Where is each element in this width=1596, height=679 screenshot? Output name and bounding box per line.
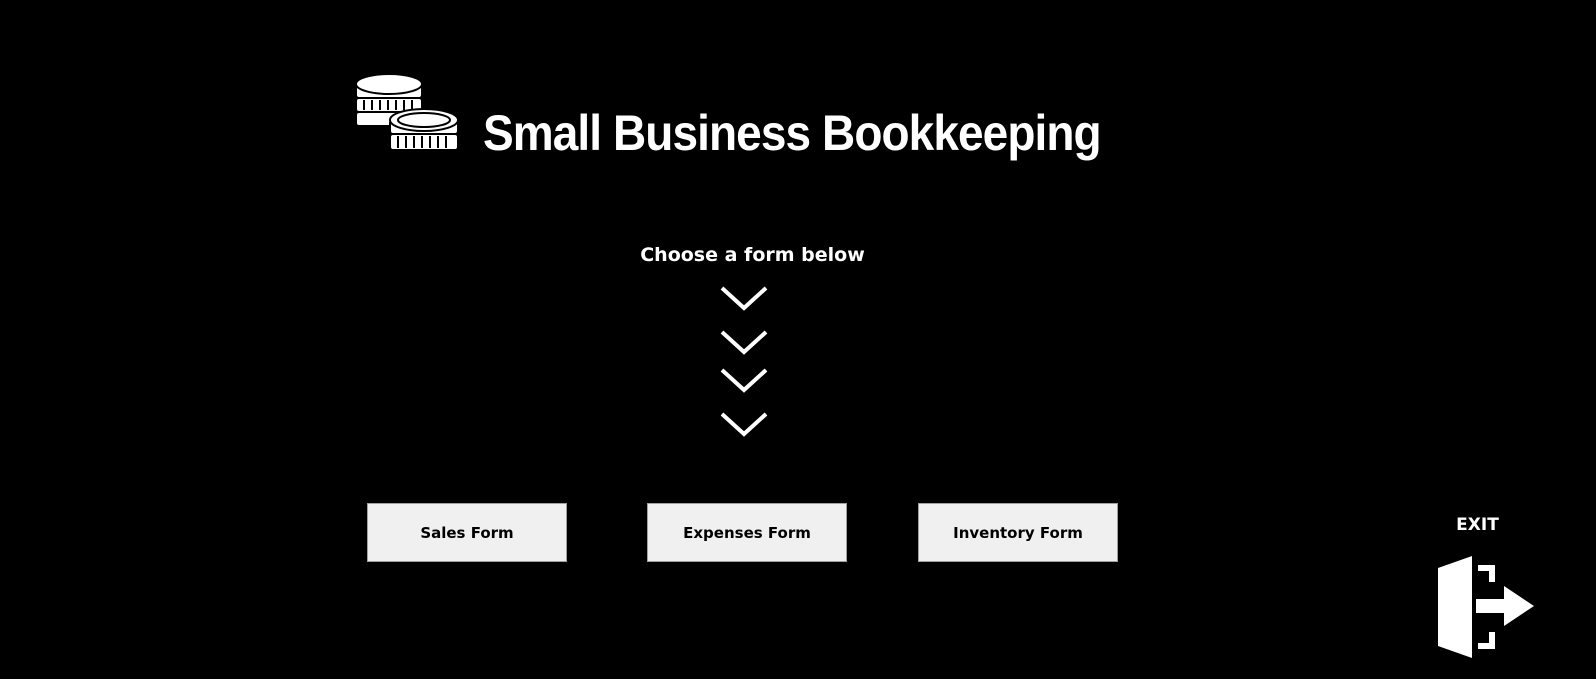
chevron-down-icon xyxy=(720,412,768,437)
sales-form-button[interactable]: Sales Form xyxy=(367,503,567,562)
exit-door-icon[interactable] xyxy=(1436,554,1536,660)
form-prompt: Choose a form below xyxy=(640,244,865,266)
exit-label: EXIT xyxy=(1456,515,1499,535)
chevron-down-icon xyxy=(720,330,768,355)
chevron-down-icon xyxy=(720,368,768,393)
chevron-down-icon xyxy=(720,286,768,311)
chevron-down-stack xyxy=(720,286,768,437)
home-screen: Small Business Bookkeeping Choose a form… xyxy=(0,0,1596,679)
inventory-form-button[interactable]: Inventory Form xyxy=(918,503,1118,562)
app-title: Small Business Bookkeeping xyxy=(483,105,1102,161)
coins-stack-icon xyxy=(355,73,459,151)
expenses-form-button[interactable]: Expenses Form xyxy=(647,503,847,562)
